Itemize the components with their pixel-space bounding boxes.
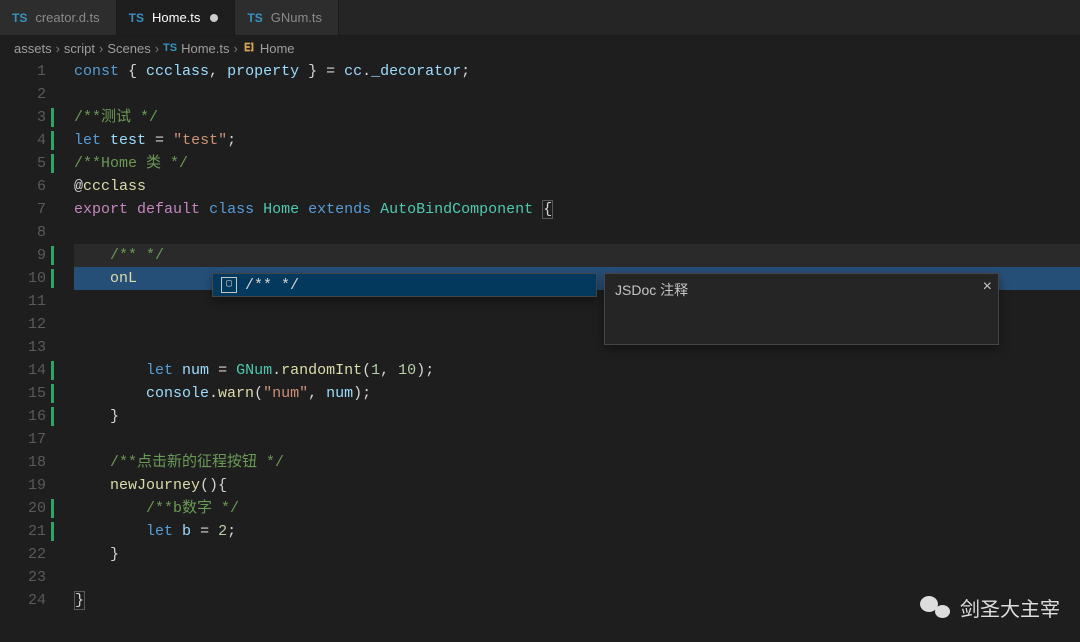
chevron-right-icon: › (155, 41, 159, 56)
code-line: @ccclass (74, 175, 1080, 198)
code-line: export default class Home extends AutoBi… (74, 198, 1080, 221)
code-line (74, 83, 1080, 106)
tab-bar: TS creator.d.ts TS Home.ts TS GNum.ts (0, 0, 1080, 36)
code-line: let test = "test"; (74, 129, 1080, 152)
wechat-icon (920, 592, 950, 622)
code-line: newJourney(){ (74, 474, 1080, 497)
code-line: let num = GNum.randomInt(1, 10); (74, 359, 1080, 382)
code-line: } (74, 543, 1080, 566)
suggest-widget[interactable]: ▢ /** */ (212, 273, 597, 297)
close-icon[interactable]: × (983, 278, 992, 296)
breadcrumb-file[interactable]: Home.ts (181, 41, 229, 56)
line-number: 21 (0, 520, 46, 543)
line-number: 8 (0, 221, 46, 244)
line-number: 6 (0, 175, 46, 198)
class-icon (242, 40, 256, 57)
code-area[interactable]: const { ccclass, property } = cc._decora… (64, 60, 1080, 642)
code-line: console.warn("num", num); (74, 382, 1080, 405)
code-line: /** */ (74, 244, 1080, 267)
suggest-doc-panel: JSDoc 注释 × (604, 273, 999, 345)
line-number: 16 (0, 405, 46, 428)
line-number: 10 (0, 267, 46, 290)
line-number: 17 (0, 428, 46, 451)
ts-icon: TS (247, 11, 262, 25)
breadcrumb-item[interactable]: script (64, 41, 95, 56)
code-line: /**b数字 */ (74, 497, 1080, 520)
line-number: 22 (0, 543, 46, 566)
line-number: 3 (0, 106, 46, 129)
chevron-right-icon: › (56, 41, 60, 56)
code-line: /**测试 */ (74, 106, 1080, 129)
breadcrumb[interactable]: assets › script › Scenes › TS Home.ts › … (0, 36, 1080, 60)
code-line: } (74, 405, 1080, 428)
code-line: let b = 2; (74, 520, 1080, 543)
line-number: 15 (0, 382, 46, 405)
code-line: const { ccclass, property } = cc._decora… (74, 60, 1080, 83)
line-number: 4 (0, 129, 46, 152)
line-number: 24 (0, 589, 46, 612)
line-number: 5 (0, 152, 46, 175)
line-number: 9 (0, 244, 46, 267)
code-line: /**Home 类 */ (74, 152, 1080, 175)
tab-gnum-ts[interactable]: TS GNum.ts (235, 0, 339, 35)
breadcrumb-item[interactable]: Scenes (107, 41, 150, 56)
chevron-right-icon: › (99, 41, 103, 56)
line-number: 1 (0, 60, 46, 83)
line-number: 2 (0, 83, 46, 106)
editor[interactable]: 1 2 3 4 5 6 7 8 9 10 11 12 13 14 15 16 1… (0, 60, 1080, 642)
line-number: 20 (0, 497, 46, 520)
tab-label: creator.d.ts (35, 10, 99, 25)
tab-label: Home.ts (152, 10, 200, 25)
dirty-indicator-icon (210, 14, 218, 22)
watermark: 剑圣大主宰 (920, 592, 1060, 622)
ts-icon: TS (129, 11, 144, 25)
snippet-icon: ▢ (221, 277, 237, 293)
line-number: 23 (0, 566, 46, 589)
tab-label: GNum.ts (271, 10, 322, 25)
suggest-item-label: /** */ (245, 277, 299, 294)
code-line (74, 428, 1080, 451)
breadcrumb-item[interactable]: assets (14, 41, 52, 56)
line-number: 12 (0, 313, 46, 336)
ts-icon: TS (12, 11, 27, 25)
tab-home-ts[interactable]: TS Home.ts (117, 0, 236, 35)
ts-icon: TS (163, 42, 177, 54)
suggest-item[interactable]: ▢ /** */ (213, 274, 596, 296)
line-number: 11 (0, 290, 46, 313)
code-line: /**点击新的征程按钮 */ (74, 451, 1080, 474)
breadcrumb-symbol[interactable]: Home (260, 41, 295, 56)
line-number: 14 (0, 359, 46, 382)
tab-creator-dts[interactable]: TS creator.d.ts (0, 0, 117, 35)
line-number: 19 (0, 474, 46, 497)
doc-text: JSDoc 注释 (615, 282, 688, 298)
chevron-right-icon: › (234, 41, 238, 56)
line-number: 13 (0, 336, 46, 359)
watermark-text: 剑圣大主宰 (960, 593, 1060, 622)
line-number: 7 (0, 198, 46, 221)
code-line (74, 221, 1080, 244)
code-line (74, 566, 1080, 589)
line-number: 18 (0, 451, 46, 474)
gutter: 1 2 3 4 5 6 7 8 9 10 11 12 13 14 15 16 1… (0, 60, 64, 642)
